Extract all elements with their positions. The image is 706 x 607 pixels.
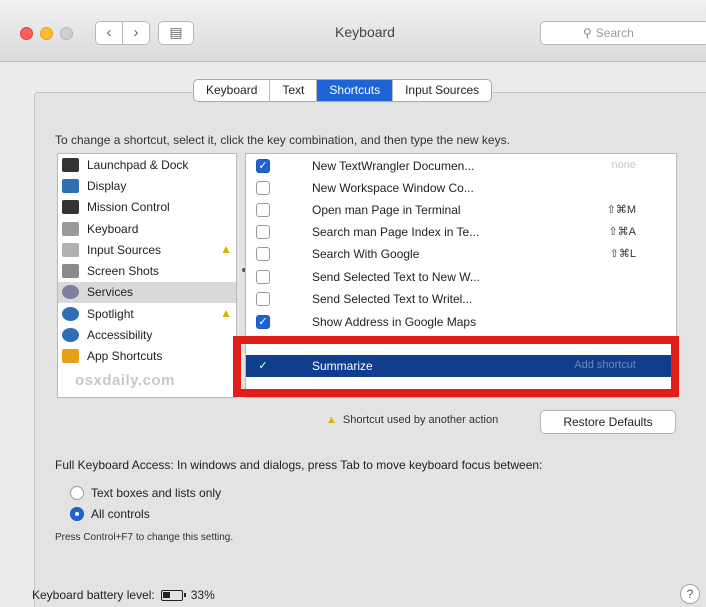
tab-shortcuts[interactable]: Shortcuts <box>317 80 394 101</box>
category-label: Display <box>87 178 127 193</box>
category-label: Screen Shots <box>87 264 160 279</box>
service-checkbox[interactable] <box>256 292 270 306</box>
service-shortcut[interactable]: none <box>612 159 636 171</box>
display-icon <box>62 178 79 193</box>
screenshot-icon <box>62 264 79 279</box>
service-shortcut[interactable]: ⇧⌘A <box>608 225 636 238</box>
category-label: Keyboard <box>87 221 139 236</box>
forward-button[interactable]: › <box>122 21 150 45</box>
hint-text: Press Control+F7 to change this setting. <box>55 532 234 543</box>
category-item[interactable]: Display <box>58 175 236 196</box>
category-label: Launchpad & Dock <box>87 157 189 172</box>
service-name: Send Selected Text to Writel... <box>312 292 473 306</box>
close-button[interactable] <box>20 27 33 40</box>
category-item[interactable]: Screen Shots <box>58 260 236 281</box>
title-bar: ‹ › ▤ Keyboard ⚲ Search <box>0 0 706 62</box>
tab-keyboard[interactable]: Keyboard <box>194 80 271 101</box>
full-keyboard-access-label: Full Keyboard Access: In windows and dia… <box>55 458 543 472</box>
warning-icon: ▲ <box>220 242 232 257</box>
watermark: osxdaily.com <box>75 372 175 389</box>
chevron-left-icon: ‹ <box>106 24 112 41</box>
service-row[interactable]: Search With Google ⇧⌘L <box>246 243 676 265</box>
radio-label[interactable]: All controls <box>91 507 150 521</box>
category-label: Services <box>87 285 134 300</box>
minimize-button[interactable] <box>40 27 53 40</box>
service-name: New TextWrangler Documen... <box>312 159 475 173</box>
accessibility-icon <box>62 328 79 343</box>
search-placeholder: Search <box>595 26 634 40</box>
service-name: Search man Page Index in Te... <box>312 225 480 239</box>
zoom-button[interactable] <box>60 27 73 40</box>
service-checkbox[interactable] <box>256 247 270 261</box>
service-row[interactable]: New Workspace Window Co... <box>246 177 676 199</box>
help-button[interactable]: ? <box>680 584 700 604</box>
service-row[interactable]: Send Selected Text to Writel... <box>246 288 676 310</box>
category-label: Mission Control <box>87 200 170 215</box>
spotlight-icon <box>62 306 79 321</box>
show-all-button[interactable]: ▤ <box>158 21 194 45</box>
battery-label: Keyboard battery level: <box>32 588 155 602</box>
service-row[interactable]: ✓ Show Address in Google Maps <box>246 311 676 333</box>
highlight-annotation <box>233 336 679 397</box>
warning-icon: ▲ <box>326 414 337 426</box>
launchpad-icon <box>62 157 79 172</box>
chevron-right-icon: › <box>133 24 139 41</box>
service-name: Show Address in Google Maps <box>312 315 477 329</box>
back-button[interactable]: ‹ <box>95 21 123 45</box>
shortcut-conflict-note: ▲ Shortcut used by another action <box>326 414 498 426</box>
category-list[interactable]: Launchpad & Dock Display Mission Control… <box>57 153 237 398</box>
service-row[interactable]: Send Selected Text to New W... <box>246 266 676 288</box>
category-label: Input Sources <box>87 242 162 257</box>
input-sources-icon <box>62 242 79 257</box>
service-checkbox[interactable] <box>256 203 270 217</box>
service-name: New Workspace Window Co... <box>312 181 474 195</box>
service-name: Open man Page in Terminal <box>312 203 461 217</box>
battery-value: 33% <box>190 588 215 602</box>
service-row[interactable]: ✓ New TextWrangler Documen... none <box>246 155 676 177</box>
radio-text-boxes[interactable] <box>70 486 84 500</box>
category-item-selected[interactable]: Services <box>58 281 236 304</box>
service-row[interactable]: Open man Page in Terminal ⇧⌘M <box>246 199 676 221</box>
tab-text[interactable]: Text <box>270 80 318 101</box>
service-shortcut[interactable]: ⇧⌘M <box>607 203 636 216</box>
grid-icon: ▤ <box>169 24 183 40</box>
service-name: Search With Google <box>312 247 420 261</box>
battery-status: Keyboard battery level: 33% <box>32 588 215 602</box>
warning-icon: ▲ <box>220 306 232 321</box>
window-title: Keyboard <box>335 24 395 40</box>
service-name: Send Selected Text to New W... <box>312 270 480 284</box>
service-checkbox[interactable]: ✓ <box>256 315 270 329</box>
conflict-text: Shortcut used by another action <box>342 414 499 426</box>
gear-icon <box>62 285 79 300</box>
service-checkbox[interactable] <box>256 225 270 239</box>
category-item[interactable]: Keyboard <box>58 218 236 239</box>
category-label: Spotlight <box>87 306 134 321</box>
search-icon: ⚲ <box>583 26 592 40</box>
service-checkbox[interactable] <box>256 181 270 195</box>
app-shortcuts-icon <box>62 349 79 364</box>
radio-all-controls[interactable] <box>70 507 84 521</box>
service-checkbox[interactable]: ✓ <box>256 159 270 173</box>
search-field[interactable]: ⚲ Search <box>540 21 706 45</box>
category-item[interactable]: Launchpad & Dock <box>58 154 236 175</box>
restore-defaults-button[interactable]: Restore Defaults <box>540 410 676 434</box>
category-label: Accessibility <box>87 328 153 343</box>
category-item[interactable]: Mission Control <box>58 197 236 218</box>
radio-label[interactable]: Text boxes and lists only <box>91 486 221 500</box>
tab-input-sources[interactable]: Input Sources <box>393 80 491 101</box>
category-item[interactable]: Spotlight ▲ <box>58 303 236 324</box>
instruction-text: To change a shortcut, select it, click t… <box>55 133 510 147</box>
service-row[interactable]: Search man Page Index in Te... ⇧⌘A <box>246 221 676 243</box>
keyboard-icon <box>62 221 79 236</box>
category-label: App Shortcuts <box>87 349 163 364</box>
tab-bar: Keyboard Text Shortcuts Input Sources <box>193 79 493 102</box>
service-checkbox[interactable] <box>256 270 270 284</box>
battery-icon <box>160 589 186 601</box>
mission-control-icon <box>62 200 79 215</box>
service-shortcut[interactable]: ⇧⌘L <box>610 247 636 260</box>
category-item[interactable]: Input Sources ▲ <box>58 239 236 260</box>
category-item[interactable]: Accessibility <box>58 324 236 345</box>
category-item[interactable]: App Shortcuts <box>58 346 236 367</box>
